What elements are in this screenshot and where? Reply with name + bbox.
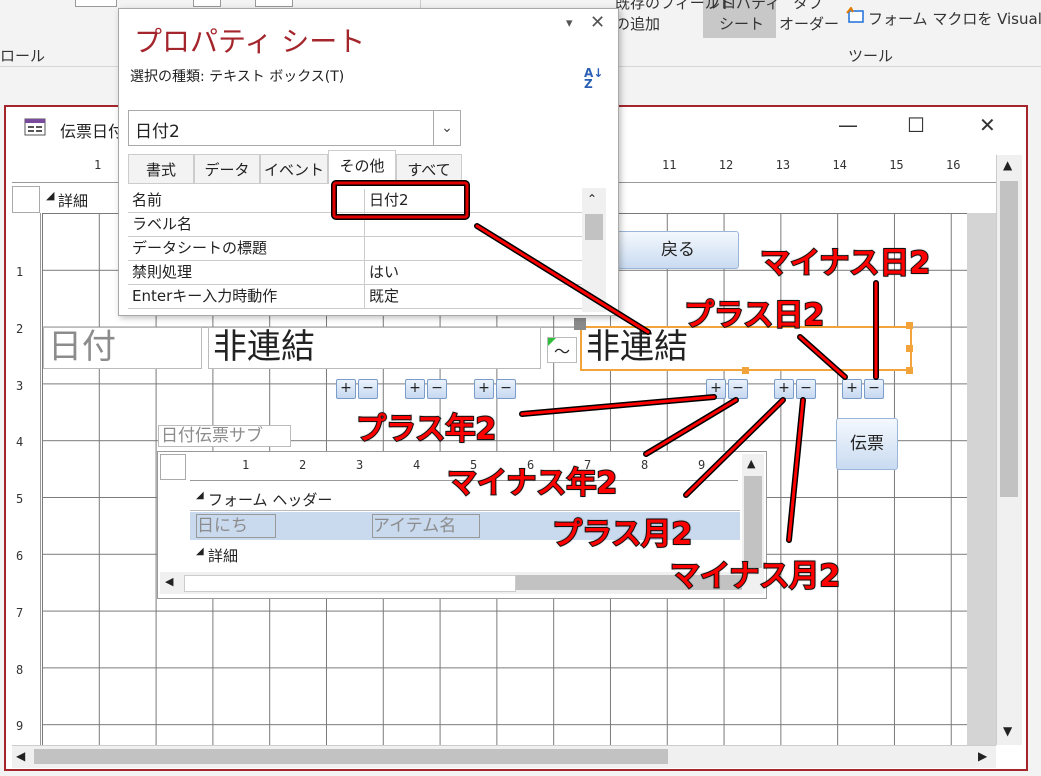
annotation-minus-year: マイナス年2: [446, 465, 618, 502]
annotation-minus-month: マイナス月2: [669, 558, 841, 595]
annotation-plus-year: プラス年2: [355, 411, 497, 448]
annotation-arrows: [331, 180, 879, 543]
annotation-plus-month: プラス月2: [551, 516, 693, 553]
annotation-minus-day: マイナス日2: [759, 245, 931, 282]
annotation-plus-day: プラス日2: [683, 297, 825, 334]
